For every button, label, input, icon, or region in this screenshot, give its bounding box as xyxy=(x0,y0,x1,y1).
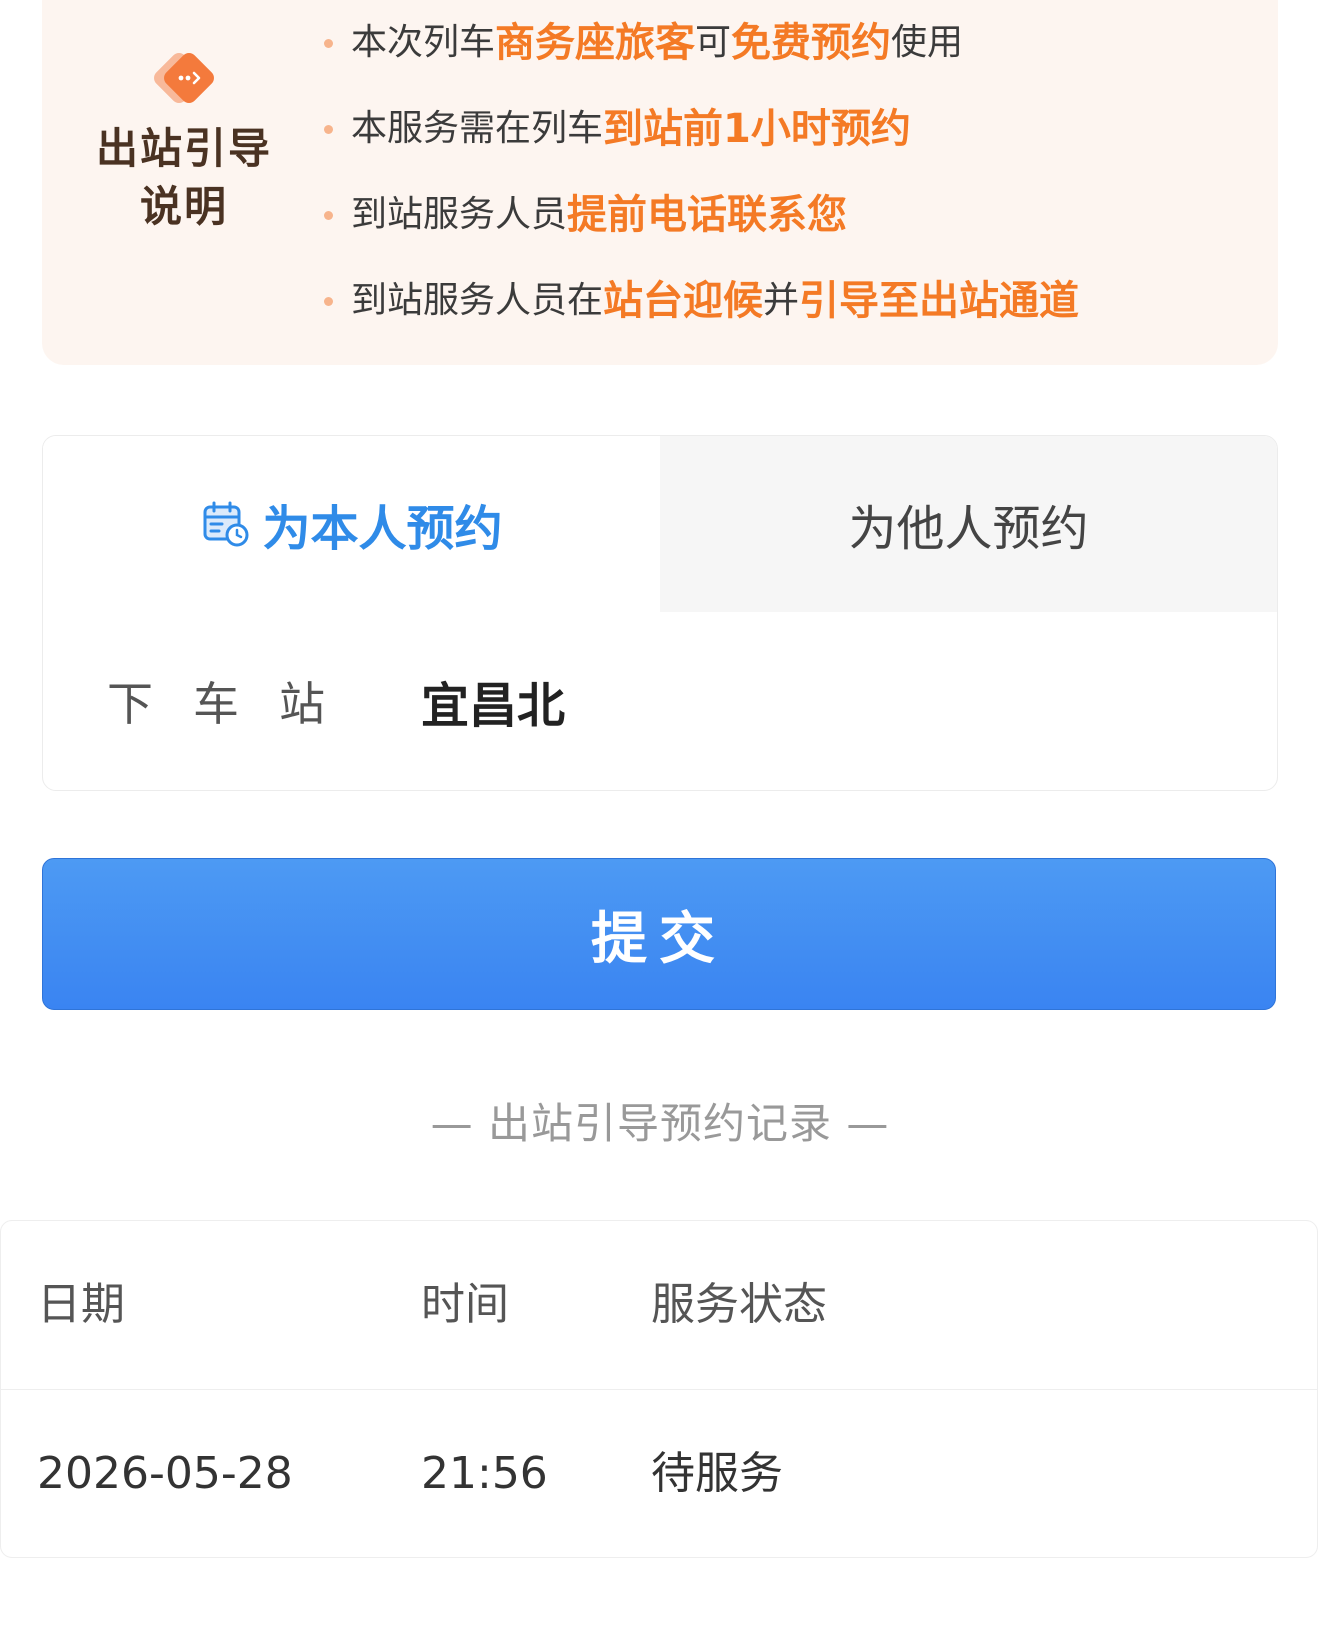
table-header-row: 日期 时间 服务状态 xyxy=(1,1221,1317,1390)
guide-item: 到站服务人员在 站台迎候并引导至出站通道 xyxy=(324,258,1079,344)
tab-label: 为本人预约 xyxy=(262,501,503,557)
tab-label: 为他人预约 xyxy=(848,501,1089,557)
record-time: 21:56 xyxy=(421,1448,548,1499)
arrival-station-value: 宜昌北 xyxy=(421,678,566,734)
records-title: — 出站引导预约记录 — xyxy=(430,1099,890,1148)
table-row[interactable]: 2026-05-28 21:56 待服务 xyxy=(1,1390,1317,1558)
guide-item: 本服务需在列车 到站前1小时预约 xyxy=(324,86,1079,172)
arrival-station-label: 下车站 xyxy=(107,677,365,731)
arrival-station-row[interactable]: 下车站 宜昌北 xyxy=(43,612,1277,790)
bullet-dot-icon xyxy=(324,38,333,48)
booking-card: 为本人预约 为他人预约 下车站 宜昌北 xyxy=(42,435,1278,791)
column-header-time: 时间 xyxy=(421,1279,509,1330)
column-header-status: 服务状态 xyxy=(651,1279,827,1330)
tab-book-for-others[interactable]: 为他人预约 xyxy=(660,436,1277,612)
booking-tabs: 为本人预约 为他人预约 xyxy=(43,436,1277,612)
bullet-dot-icon xyxy=(324,296,333,306)
record-date: 2026-05-28 xyxy=(37,1448,293,1499)
guide-header: 出站引导 说明 xyxy=(84,50,284,236)
bullet-dot-icon xyxy=(324,210,333,220)
calendar-clock-icon xyxy=(203,501,249,547)
column-header-date: 日期 xyxy=(37,1279,125,1330)
guide-list: 本次列车 商务座旅客可免费预约 使用 本服务需在列车 到站前1小时预约 到站服务人员提… xyxy=(324,0,1079,344)
guide-diamond-icon xyxy=(141,50,227,110)
submit-button[interactable]: 提交 xyxy=(42,858,1276,1010)
bullet-dot-icon xyxy=(324,124,333,134)
guide-card: 出站引导 说明 本次列车 商务座旅客可免费预约 使用 本服务需在列车 到站前1小时预约… xyxy=(42,0,1278,365)
guide-item: 本次列车 商务座旅客可免费预约 使用 xyxy=(324,0,1079,86)
records-table: 日期 时间 服务状态 2026-05-28 21:56 待服务 xyxy=(0,1220,1318,1558)
guide-title: 出站引导 说明 xyxy=(95,124,272,231)
tab-book-for-self[interactable]: 为本人预约 xyxy=(43,436,660,612)
guide-item: 到站服务人员 提前电话联系您 xyxy=(324,172,1079,258)
record-status: 待服务 xyxy=(651,1448,783,1499)
